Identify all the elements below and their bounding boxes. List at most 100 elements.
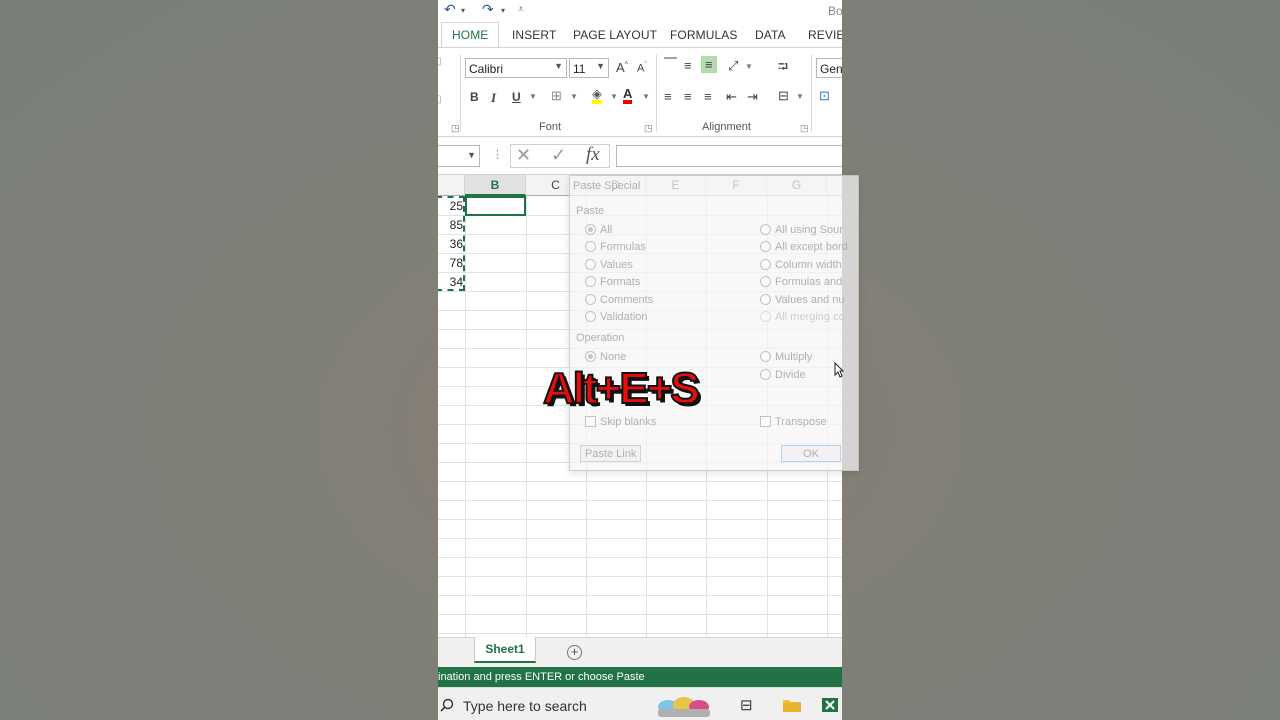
option-comments-label: Comments bbox=[600, 294, 654, 306]
radio-formats[interactable] bbox=[585, 276, 596, 287]
formula-bar: ▼ ⋮ ✕ ✓ fx bbox=[438, 137, 842, 175]
enter-icon[interactable]: ✓ bbox=[551, 145, 566, 166]
radio-all-using-source[interactable] bbox=[760, 224, 771, 235]
option-formulas-and-number-label: Formulas and bbox=[775, 276, 843, 288]
copy-marquee bbox=[438, 196, 465, 291]
row-gridline bbox=[438, 538, 842, 539]
cancel-icon[interactable]: ✕ bbox=[516, 145, 531, 166]
redo-icon[interactable]: ↷ bbox=[482, 1, 494, 18]
option-formats-label: Formats bbox=[600, 276, 641, 288]
align-right-icon[interactable]: ≡ bbox=[704, 89, 712, 104]
radio-values-and-number[interactable] bbox=[760, 294, 771, 305]
font-launcher-icon[interactable]: ◳ bbox=[644, 123, 653, 134]
tab-data[interactable]: DATA bbox=[755, 28, 786, 42]
merge-center-icon[interactable]: ⊟ bbox=[778, 88, 789, 104]
orientation-icon[interactable]: ⤢ bbox=[728, 58, 738, 74]
option-values-and-number-label: Values and nu bbox=[775, 294, 845, 306]
bold-icon[interactable]: B bbox=[470, 90, 479, 104]
name-box[interactable]: ▼ bbox=[438, 145, 480, 167]
op-multiply-label: Multiply bbox=[775, 351, 813, 363]
option-column-widths-label: Column width bbox=[775, 259, 842, 271]
underline-icon[interactable]: U bbox=[512, 90, 521, 104]
decrease-indent-icon[interactable]: ⇤ bbox=[726, 89, 737, 105]
align-bottom-icon[interactable]: ≡ bbox=[701, 56, 717, 73]
paste-special-dialog[interactable]: Paste Special Paste All Formulas Values … bbox=[569, 175, 859, 471]
formula-input[interactable] bbox=[616, 145, 842, 167]
undo-icon[interactable]: ↶ bbox=[444, 1, 456, 18]
align-top-icon[interactable]: ⎺ bbox=[664, 56, 677, 72]
excel-taskbar-icon[interactable] bbox=[820, 696, 840, 714]
align-middle-icon[interactable]: ≡ bbox=[684, 58, 692, 73]
borders-icon[interactable]: ⊞ bbox=[551, 88, 562, 104]
font-color-icon[interactable]: A bbox=[623, 87, 633, 104]
chevron-down-icon[interactable]: ▼ bbox=[570, 92, 578, 101]
format-painter-icon[interactable]: ▯ bbox=[438, 94, 442, 105]
radio-validation[interactable] bbox=[585, 311, 596, 322]
column-header-b[interactable]: B bbox=[465, 175, 526, 196]
chevron-down-icon[interactable]: ▼ bbox=[529, 92, 537, 101]
customize-qat-icon[interactable]: ⩡ bbox=[518, 4, 524, 15]
clipboard-launcher-icon[interactable]: ◳ bbox=[451, 123, 460, 134]
search-highlight-image bbox=[658, 697, 710, 717]
active-cell-b1[interactable] bbox=[465, 196, 526, 216]
tab-formulas[interactable]: FORMULAS bbox=[670, 28, 737, 42]
font-name-select[interactable]: Calibri ▼ bbox=[465, 58, 567, 78]
italic-icon[interactable]: I bbox=[491, 90, 496, 106]
ok-button[interactable]: OK bbox=[781, 445, 841, 462]
fill-color-icon[interactable]: ◈ bbox=[592, 87, 602, 104]
increase-font-icon[interactable]: A^ bbox=[616, 60, 628, 75]
increase-indent-icon[interactable]: ⇥ bbox=[747, 89, 758, 105]
radio-all-except-borders[interactable] bbox=[760, 241, 771, 252]
alignment-launcher-icon[interactable]: ◳ bbox=[800, 123, 809, 134]
font-size-select[interactable]: 11 ▼ bbox=[569, 58, 609, 78]
radio-formulas[interactable] bbox=[585, 241, 596, 252]
row-gridline bbox=[438, 595, 842, 596]
radio-all[interactable] bbox=[585, 224, 596, 235]
currency-format-icon[interactable]: ⊡ bbox=[819, 88, 830, 104]
insert-function-icon[interactable]: fx bbox=[586, 144, 600, 166]
paste-link-button[interactable]: Paste Link bbox=[580, 445, 642, 462]
align-center-icon[interactable]: ≡ bbox=[684, 89, 692, 104]
tab-review[interactable]: REVIEW bbox=[808, 28, 842, 42]
search-icon[interactable] bbox=[440, 698, 454, 712]
op-none-label: None bbox=[600, 351, 627, 363]
align-left-icon[interactable]: ≡ bbox=[664, 89, 672, 104]
decrease-font-icon[interactable]: Aˇ bbox=[637, 62, 647, 75]
radio-op-none[interactable] bbox=[585, 351, 596, 362]
transpose-checkbox[interactable] bbox=[760, 416, 771, 427]
skip-blanks-checkbox[interactable] bbox=[585, 416, 596, 427]
wrap-text-icon[interactable]: ⮒ bbox=[778, 58, 788, 80]
radio-comments[interactable] bbox=[585, 294, 596, 305]
radio-column-widths[interactable] bbox=[760, 259, 771, 270]
chevron-down-icon[interactable]: ▼ bbox=[610, 92, 618, 101]
clipboard-icon[interactable]: ▯ bbox=[438, 56, 442, 67]
op-divide-label: Divide bbox=[775, 369, 806, 381]
add-sheet-icon[interactable]: + bbox=[567, 645, 582, 660]
mouse-cursor-icon bbox=[834, 362, 844, 378]
chevron-down-icon[interactable]: ▼ bbox=[796, 92, 804, 101]
tab-home[interactable]: HOME bbox=[441, 22, 500, 48]
radio-formulas-and-number[interactable] bbox=[760, 276, 771, 287]
column-header-a[interactable] bbox=[438, 175, 465, 196]
window-title: Bo bbox=[828, 4, 842, 18]
number-format-value: Gene bbox=[820, 62, 842, 76]
tab-insert[interactable]: INSERT bbox=[512, 28, 556, 42]
row-gridline bbox=[438, 500, 842, 501]
task-view-icon[interactable]: ⊟ bbox=[740, 696, 753, 714]
undo-dropdown-icon[interactable]: ▾ bbox=[461, 6, 465, 15]
chevron-down-icon[interactable]: ▼ bbox=[642, 92, 650, 101]
radio-op-multiply[interactable] bbox=[760, 351, 771, 362]
radio-op-divide[interactable] bbox=[760, 369, 771, 380]
paste-section-label: Paste bbox=[576, 205, 605, 217]
taskbar-search-input[interactable]: Type here to search bbox=[463, 698, 587, 714]
tab-page-layout[interactable]: PAGE LAYOUT bbox=[573, 28, 657, 42]
chevron-down-icon[interactable]: ▼ bbox=[745, 62, 753, 71]
number-format-select[interactable]: Gene bbox=[816, 58, 842, 78]
sheet-tab-sheet1[interactable]: Sheet1 bbox=[474, 637, 536, 663]
radio-values[interactable] bbox=[585, 259, 596, 270]
chevron-down-icon: ▼ bbox=[596, 61, 605, 71]
radio-all-merging[interactable] bbox=[760, 311, 771, 322]
redo-dropdown-icon[interactable]: ▾ bbox=[501, 6, 505, 15]
option-all-except-borders-label: All except bord bbox=[775, 241, 848, 253]
file-explorer-icon[interactable] bbox=[782, 697, 802, 713]
